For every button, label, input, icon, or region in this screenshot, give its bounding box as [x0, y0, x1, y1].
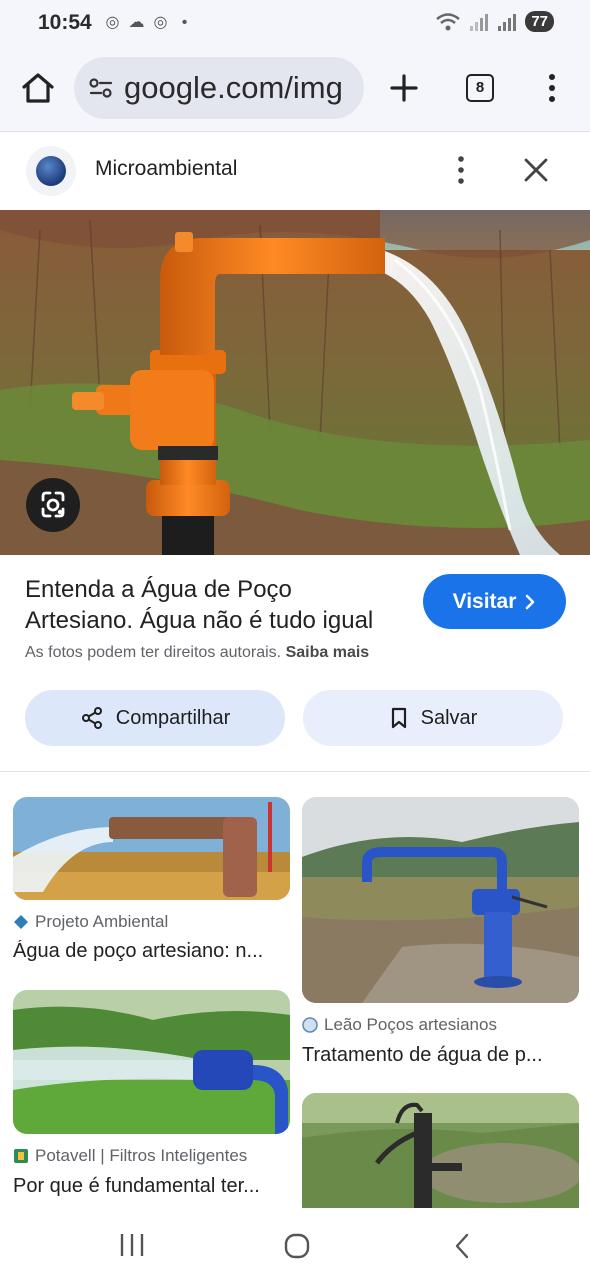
signal-icon	[470, 13, 489, 31]
bookmark-icon	[391, 707, 406, 729]
more-vert-icon[interactable]	[540, 72, 564, 104]
hand-pump-photo	[302, 1093, 579, 1208]
related-image-3[interactable]	[13, 990, 290, 1134]
status-bar: 10:54 ◎ ☁ ◎ • 77	[0, 0, 590, 48]
related-title-2[interactable]: Tratamento de água de p...	[302, 1044, 579, 1067]
signal-icon-2	[498, 13, 517, 31]
related-source-name: Potavell | Filtros Inteligentes	[35, 1146, 248, 1165]
globe-icon	[36, 156, 66, 186]
recents-icon[interactable]	[118, 1232, 146, 1258]
home-icon[interactable]	[18, 68, 58, 108]
close-icon[interactable]	[520, 154, 552, 186]
source-logo[interactable]	[26, 146, 76, 196]
source-header: Microambiental	[0, 132, 590, 210]
share-label: Compartilhar	[115, 706, 231, 729]
dot-icon: •	[181, 14, 188, 31]
hero-image[interactable]	[0, 210, 590, 555]
tabs-icon[interactable]: 8	[466, 74, 494, 102]
learn-more-link[interactable]: Saiba mais	[286, 644, 370, 661]
visit-label: Visitar	[452, 589, 517, 613]
save-button[interactable]: Salvar	[303, 690, 563, 746]
projeto-ambiental-favicon	[14, 915, 28, 929]
battery-indicator: 77	[525, 11, 554, 32]
copyright-text: As fotos podem ter direitos autorais.	[25, 644, 282, 661]
back-icon[interactable]	[452, 1232, 472, 1260]
url-text: google.com/img	[124, 70, 343, 105]
home-circle-icon[interactable]	[283, 1232, 311, 1260]
visit-button[interactable]: Visitar	[423, 574, 566, 629]
site-info-icon[interactable]	[88, 75, 114, 101]
related-image-2[interactable]	[302, 797, 579, 1003]
cloud-notification-icon: ☁	[128, 14, 145, 31]
related-title-3[interactable]: Por que é fundamental ter...	[13, 1175, 290, 1198]
share-button[interactable]: Compartilhar	[25, 690, 285, 746]
status-time: 10:54	[38, 11, 92, 34]
well-pump-photo	[0, 210, 590, 555]
chevron-right-icon	[526, 594, 535, 609]
chrome-notification-icon-2: ◎	[153, 14, 168, 31]
lens-button[interactable]	[26, 478, 80, 532]
related-source-2: Leão Poços artesianos	[302, 1015, 497, 1035]
share-icon	[81, 707, 102, 729]
source-name[interactable]: Microambiental	[95, 157, 237, 181]
result-title[interactable]: Entenda a Água de Poço Artesiano. Água n…	[25, 574, 405, 636]
leao-pocos-favicon	[302, 1017, 318, 1033]
browser-toolbar: google.com/img 8	[0, 48, 590, 132]
copyright-notice: As fotos podem ter direitos autorais. Sa…	[25, 644, 369, 662]
related-image-1[interactable]	[13, 797, 290, 900]
save-label: Salvar	[420, 706, 478, 729]
pipe-water-photo	[13, 797, 290, 900]
related-title-1[interactable]: Água de poço artesiano: n...	[13, 940, 290, 963]
notification-icons: ◎ ☁ ◎ •	[104, 14, 193, 31]
system-nav-bar	[0, 1208, 590, 1280]
address-bar[interactable]: google.com/img	[74, 57, 364, 119]
related-source-name: Projeto Ambiental	[35, 912, 169, 931]
water-splash-photo	[13, 990, 290, 1134]
lens-icon	[41, 491, 65, 518]
wifi-icon	[436, 12, 461, 30]
related-source-3: Potavell | Filtros Inteligentes	[13, 1146, 247, 1166]
potavell-favicon	[14, 1149, 28, 1163]
plus-icon[interactable]	[386, 68, 422, 108]
related-source-1: Projeto Ambiental	[13, 912, 168, 932]
divider	[0, 771, 590, 772]
related-image-4[interactable]	[302, 1093, 579, 1208]
chrome-notification-icon: ◎	[105, 14, 120, 31]
status-right: 77	[435, 11, 554, 32]
blue-pump-photo	[302, 797, 579, 1003]
related-source-name: Leão Poços artesianos	[324, 1015, 497, 1034]
more-vert-icon[interactable]	[450, 152, 472, 188]
